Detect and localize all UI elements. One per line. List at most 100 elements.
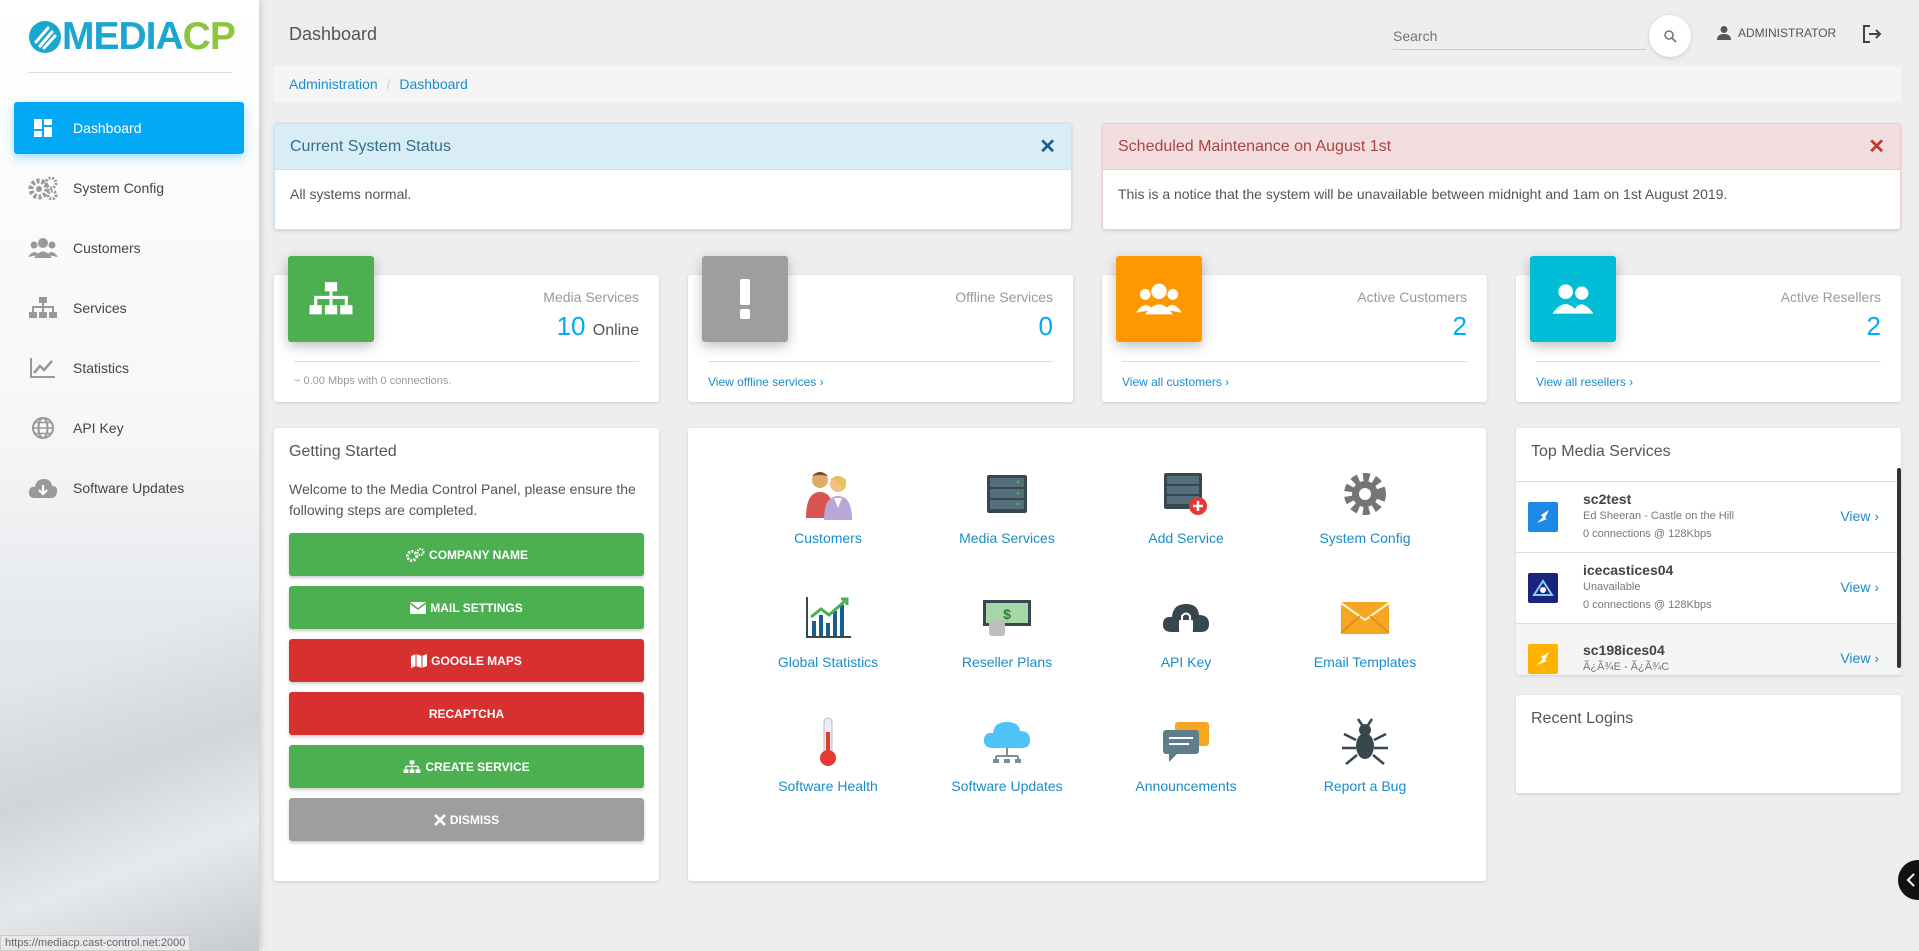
panel-title: Top Media Services — [1531, 443, 1671, 460]
google-maps-button[interactable]: GOOGLE MAPS — [289, 639, 644, 682]
shortcut-email-templates[interactable]: Email Templates — [1275, 590, 1455, 670]
create-service-button[interactable]: CREATE SERVICE — [289, 745, 644, 788]
shortcut-label: Announcements — [1135, 778, 1237, 794]
bug-icon — [1275, 714, 1455, 770]
view-all-customers-link[interactable]: View all customers › — [1122, 375, 1229, 389]
recaptcha-button[interactable]: RECAPTCHA — [289, 692, 644, 735]
stat-footer: View all resellers › — [1536, 361, 1881, 389]
stat-category: Offline Services — [955, 289, 1053, 305]
sidebar-item-label: Customers — [73, 240, 141, 256]
server-icon — [917, 466, 1097, 522]
recent-logins-panel: Recent Logins — [1516, 695, 1901, 793]
maintenance-alert: Scheduled Maintenance on August 1st ✕ Th… — [1102, 123, 1901, 230]
mediacp-logo-icon — [29, 21, 61, 53]
globe-icon — [28, 416, 58, 440]
sidebar-item-system-config[interactable]: System Config — [14, 162, 244, 214]
sidebar-item-label: Services — [73, 300, 127, 316]
sidebar-item-software-updates[interactable]: Software Updates — [14, 462, 244, 514]
cloud-network-icon — [917, 714, 1097, 770]
shortcut-software-updates[interactable]: Software Updates — [917, 714, 1097, 794]
logo[interactable]: MEDIACP — [28, 17, 236, 56]
service-name: sc198ices04 — [1583, 642, 1665, 658]
cloud-download-icon — [28, 476, 58, 500]
logout-button[interactable] — [1862, 24, 1882, 49]
dismiss-button[interactable]: DISMISS — [289, 798, 644, 841]
service-track: Unavailable — [1583, 581, 1641, 593]
alert-header: Current System Status ✕ — [275, 124, 1071, 170]
view-offline-services-link[interactable]: View offline services › — [708, 375, 824, 389]
shortcut-report-a-bug[interactable]: Report a Bug — [1275, 714, 1455, 794]
shortcut-media-services[interactable]: Media Services — [917, 466, 1097, 546]
service-stats: 0 connections @ 128Kbps — [1583, 528, 1712, 540]
company-name-button[interactable]: COMPANY NAME — [289, 533, 644, 576]
shortcut-customers[interactable]: Customers — [738, 466, 918, 546]
gears-icon — [28, 176, 58, 200]
stat-value: 2 — [1452, 311, 1467, 341]
shortcut-add-service[interactable]: Add Service — [1096, 466, 1276, 546]
view-all-resellers-link[interactable]: View all resellers › — [1536, 375, 1633, 389]
sidebar-item-statistics[interactable]: Statistics — [14, 342, 244, 394]
alert-title: Current System Status — [290, 137, 451, 155]
breadcrumb-administration[interactable]: Administration — [289, 76, 378, 92]
shortcut-label: Add Service — [1148, 530, 1224, 546]
shortcut-label: Email Templates — [1313, 654, 1417, 670]
sidebar-item-services[interactable]: Services — [14, 282, 244, 334]
user-menu[interactable]: ADMINISTRATOR — [1716, 25, 1836, 41]
search-input[interactable] — [1393, 26, 1646, 44]
service-track: Ed Sheeran - Castle on the Hill — [1583, 510, 1735, 522]
envelope-icon — [410, 601, 427, 614]
users-icon — [1116, 256, 1202, 342]
stat-card-offline-services: Offline Services 0 View offline services… — [688, 256, 1073, 402]
search-field — [1393, 26, 1646, 50]
shortcut-reseller-plans[interactable]: $ Reseller Plans — [917, 590, 1097, 670]
cloud-lock-icon — [1096, 590, 1276, 646]
mail-settings-button[interactable]: MAIL SETTINGS — [289, 586, 644, 629]
dashboard-icon — [28, 116, 58, 140]
shortcut-software-health[interactable]: Software Health — [738, 714, 918, 794]
shortcut-label: Software Health — [778, 778, 878, 794]
view-service-link[interactable]: View › — [1840, 579, 1879, 595]
chat-icon — [1096, 714, 1276, 770]
browser-status-url: https://mediacp.cast-control.net:2000 — [0, 935, 191, 951]
view-service-link[interactable]: View › — [1840, 650, 1879, 666]
stat-value: 2 — [1866, 311, 1881, 341]
sidebar: MEDIACP Dashboard System Config Customer… — [0, 0, 259, 951]
getting-started-panel: Getting Started Welcome to the Media Con… — [274, 428, 659, 881]
sidebar-item-label: System Config — [73, 180, 165, 196]
stat-card-active-customers: Active Customers 2 View all customers › — [1102, 256, 1487, 402]
user-icon — [1717, 26, 1731, 40]
service-name: sc2test — [1583, 491, 1632, 507]
shortcut-global-statistics[interactable]: Global Statistics — [738, 590, 918, 670]
breadcrumb-dashboard[interactable]: Dashboard — [399, 76, 468, 92]
close-icon[interactable]: ✕ — [1039, 134, 1056, 159]
shortcut-label: Global Statistics — [777, 654, 879, 670]
thermometer-icon — [738, 714, 918, 770]
stat-category: Active Resellers — [1780, 289, 1881, 305]
gear-icon — [1275, 466, 1455, 522]
shortcut-api-key[interactable]: API Key — [1096, 590, 1276, 670]
chart-icon — [28, 356, 58, 380]
search-button[interactable] — [1649, 15, 1691, 57]
sidebar-item-customers[interactable]: Customers — [14, 222, 244, 274]
stat-category: Active Customers — [1357, 289, 1467, 305]
users-icon — [28, 236, 58, 260]
sidebar-item-label: Dashboard — [73, 120, 142, 136]
stat-category: Media Services — [543, 289, 639, 305]
view-service-link[interactable]: View › — [1840, 508, 1879, 524]
alert-header: Scheduled Maintenance on August 1st ✕ — [1103, 124, 1900, 170]
sidebar-item-api-key[interactable]: API Key — [14, 402, 244, 454]
shortcut-system-config[interactable]: System Config — [1275, 466, 1455, 546]
svg-text:$: $ — [1003, 606, 1011, 622]
sidebar-item-dashboard[interactable]: Dashboard — [14, 102, 244, 154]
shortcut-announcements[interactable]: Announcements — [1096, 714, 1276, 794]
top-media-info: icecastices04 Unavailable 0 connections … — [1583, 562, 1712, 614]
shoutcast-icon — [1528, 502, 1558, 532]
alert-title: Scheduled Maintenance on August 1st — [1118, 137, 1392, 155]
close-icon[interactable]: ✕ — [1868, 134, 1885, 159]
top-media-scrollbar[interactable] — [1897, 468, 1901, 668]
top-media-services-panel: Top Media Services sc2test Ed Sheeran - … — [1516, 428, 1901, 675]
gears-icon — [406, 547, 425, 562]
shortcut-label: Report a Bug — [1323, 778, 1407, 794]
envelope-icon — [1275, 590, 1455, 646]
side-drawer-toggle[interactable] — [1898, 860, 1919, 900]
